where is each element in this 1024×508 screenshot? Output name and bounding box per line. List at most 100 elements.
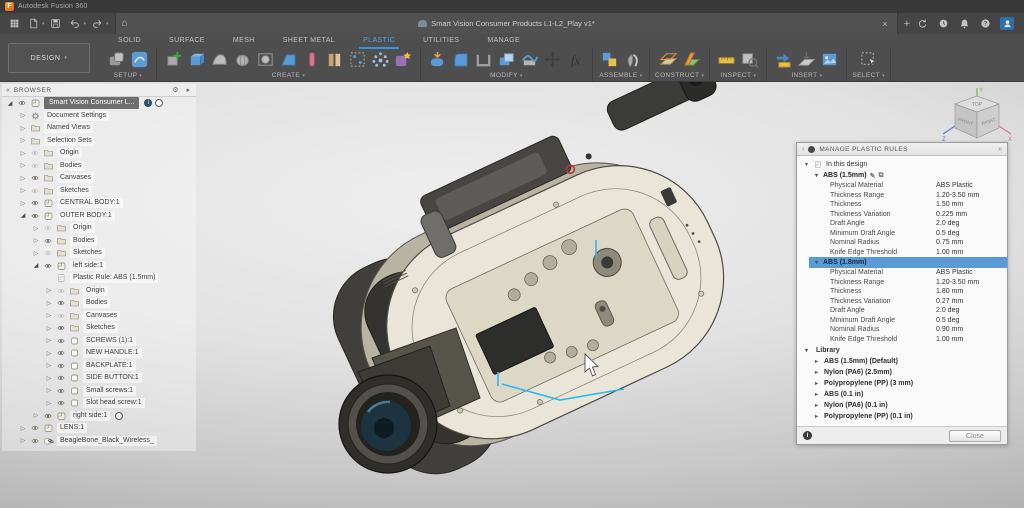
- expand-node-icon[interactable]: ▷: [45, 337, 53, 344]
- expand-node-icon[interactable]: ▸: [815, 369, 821, 376]
- sync-status-icon[interactable]: [916, 17, 929, 30]
- expand-node-icon[interactable]: ▸: [815, 413, 821, 420]
- section-analysis-icon[interactable]: [738, 49, 761, 70]
- close-button[interactable]: Close: [949, 430, 1001, 442]
- chevron-down-icon[interactable]: ▾: [84, 21, 87, 27]
- new-tab-button[interactable]: +: [898, 18, 916, 30]
- new-component-assemble-icon[interactable]: [598, 49, 621, 70]
- expand-node-icon[interactable]: ▷: [32, 412, 40, 419]
- expand-node-icon[interactable]: ▷: [19, 112, 27, 119]
- expand-node-icon[interactable]: ▷: [32, 225, 40, 232]
- group-label-inspect[interactable]: INSPECT ▾: [720, 71, 756, 79]
- info-icon[interactable]: i: [803, 431, 812, 440]
- insert-derive-icon[interactable]: [772, 49, 795, 70]
- browser-item-sketches[interactable]: ▷Sketches: [2, 322, 196, 335]
- plane-at-angle-icon[interactable]: [680, 49, 703, 70]
- browser-item-right-side-1[interactable]: ▷right side:1: [2, 410, 196, 423]
- notifications-bell-icon[interactable]: [958, 17, 971, 30]
- combine-icon[interactable]: [495, 49, 518, 70]
- create-form-icon[interactable]: [208, 49, 231, 70]
- new-component-create-icon[interactable]: [392, 49, 415, 70]
- expand-node-icon[interactable]: ▷: [19, 200, 27, 207]
- visibility-eye-icon[interactable]: [30, 424, 40, 432]
- expand-node-icon[interactable]: ▸: [815, 402, 821, 409]
- group-label-create[interactable]: CREATE ▾: [272, 71, 305, 79]
- collapse-node-icon[interactable]: ◢: [6, 100, 14, 107]
- group-label-modify[interactable]: MODIFY ▾: [490, 71, 523, 79]
- panel-grip-icon[interactable]: ‹: [802, 146, 804, 153]
- library-item-nylon-pa6-0-1-in[interactable]: ▸Nylon (PA6) (0.1 in): [797, 400, 1007, 411]
- browser-item-central-body-1[interactable]: ▷CENTRAL BODY:1: [2, 197, 196, 210]
- create-sketch-icon[interactable]: [162, 49, 185, 70]
- library-item-nylon-pa6-2-5mm[interactable]: ▸Nylon (PA6) (2.5mm): [797, 367, 1007, 378]
- browser-item-screws-1-1[interactable]: ▷SCREWS (1):1: [2, 335, 196, 348]
- design-workspace-menu[interactable]: DESIGN ▾: [8, 43, 90, 73]
- 3d-viewport[interactable]: TOP FRONT RIGHT Z X Y « BROWSER ⚙ ▸ ◢Sma…: [0, 82, 1024, 508]
- expand-node-icon[interactable]: ▷: [45, 312, 53, 319]
- visibility-eye-icon[interactable]: [17, 99, 27, 107]
- browser-item-small-screws-1[interactable]: ▷Small screws:1: [2, 385, 196, 398]
- visibility-eye-icon[interactable]: [43, 262, 53, 270]
- home-icon[interactable]: ⌂: [122, 18, 128, 29]
- canvas-icon[interactable]: [818, 49, 841, 70]
- component-info-icon[interactable]: i: [144, 99, 152, 107]
- group-label-construct[interactable]: CONSTRUCT ▾: [655, 71, 704, 79]
- joint-icon[interactable]: [621, 49, 644, 70]
- visibility-eye-icon[interactable]: [30, 149, 40, 157]
- browser-item-bodies[interactable]: ▷Bodies: [2, 160, 196, 173]
- expand-node-icon[interactable]: ▷: [45, 362, 53, 369]
- expand-node-icon[interactable]: ▷: [45, 300, 53, 307]
- file-menu-icon[interactable]: [25, 17, 41, 31]
- browser-item-backplate-1[interactable]: ▷BACKPLATE:1: [2, 360, 196, 373]
- loft-icon[interactable]: [277, 49, 300, 70]
- undo-icon[interactable]: [67, 17, 83, 31]
- app-grid-icon[interactable]: [6, 17, 22, 31]
- collapse-node-icon[interactable]: ▾: [803, 161, 810, 168]
- browser-item-side-button-1[interactable]: ▷SIDE BUTTON:1: [2, 372, 196, 385]
- browser-item-slot-head-screw-1[interactable]: ▷Slot head screw:1: [2, 397, 196, 410]
- expand-node-icon[interactable]: ▷: [19, 137, 27, 144]
- expand-node-icon[interactable]: ▷: [45, 375, 53, 382]
- library-item-polypropylene-pp-3-mm[interactable]: ▸Polypropylene (PP) (3 mm): [797, 378, 1007, 389]
- browser-item-selection-sets[interactable]: ▷Selection Sets: [2, 135, 196, 148]
- copy-rule-icon[interactable]: ⧉: [878, 172, 883, 180]
- browser-item-bodies[interactable]: ▷Bodies: [2, 235, 196, 248]
- visibility-eye-icon[interactable]: [56, 374, 66, 382]
- select-tool-icon[interactable]: [857, 49, 880, 70]
- move-copy-icon[interactable]: [541, 49, 564, 70]
- decal-icon[interactable]: [795, 49, 818, 70]
- offset-plane-icon[interactable]: [657, 49, 680, 70]
- group-label-assemble[interactable]: ASSEMBLE ▾: [599, 71, 642, 79]
- browser-item-left-side-1[interactable]: ◢left side:1: [2, 260, 196, 273]
- expand-node-icon[interactable]: ▷: [19, 162, 27, 169]
- expand-node-icon[interactable]: ▷: [19, 150, 27, 157]
- browser-item-outer-body-1[interactable]: ◢OUTER BODY:1: [2, 210, 196, 223]
- browser-item-sketches[interactable]: ▷Sketches: [2, 247, 196, 260]
- redo-icon[interactable]: [89, 17, 105, 31]
- rectangular-pattern-icon[interactable]: [346, 49, 369, 70]
- browser-item-bodies[interactable]: ▷Bodies: [2, 297, 196, 310]
- rib-icon[interactable]: [300, 49, 323, 70]
- visibility-eye-icon[interactable]: [43, 237, 53, 245]
- browser-item-new-handle-1[interactable]: ▷NEW HANDLE:1: [2, 347, 196, 360]
- shell-icon[interactable]: [472, 49, 495, 70]
- close-tab-icon[interactable]: ×: [879, 19, 890, 29]
- group-label-insert[interactable]: INSERT ▾: [791, 71, 822, 79]
- save-icon[interactable]: [48, 17, 64, 31]
- visibility-eye-icon[interactable]: [30, 199, 40, 207]
- browser-item-sketches[interactable]: ▷Sketches: [2, 185, 196, 198]
- expand-node-icon[interactable]: ▷: [45, 287, 53, 294]
- parameters-fx-icon[interactable]: fx: [564, 49, 587, 70]
- browser-item-smart-vision-consumer-l[interactable]: ◢Smart Vision Consumer L...i: [2, 97, 196, 110]
- visibility-eye-icon[interactable]: [43, 412, 53, 420]
- expand-node-icon[interactable]: ▷: [19, 187, 27, 194]
- user-avatar-icon[interactable]: [1000, 17, 1014, 30]
- browser-item-plastic-rule-abs-1-5mm[interactable]: Plastic Rule: ABS (1.5mm): [2, 272, 196, 285]
- chevron-down-icon[interactable]: ▾: [106, 21, 109, 27]
- sphere-pattern-icon[interactable]: [369, 49, 392, 70]
- visibility-eye-icon[interactable]: [30, 162, 40, 170]
- create-box-icon[interactable]: [185, 49, 208, 70]
- visibility-eye-icon[interactable]: [43, 224, 53, 232]
- edit-rule-pencil-icon[interactable]: ✎: [870, 172, 876, 180]
- visibility-eye-icon[interactable]: [30, 187, 40, 195]
